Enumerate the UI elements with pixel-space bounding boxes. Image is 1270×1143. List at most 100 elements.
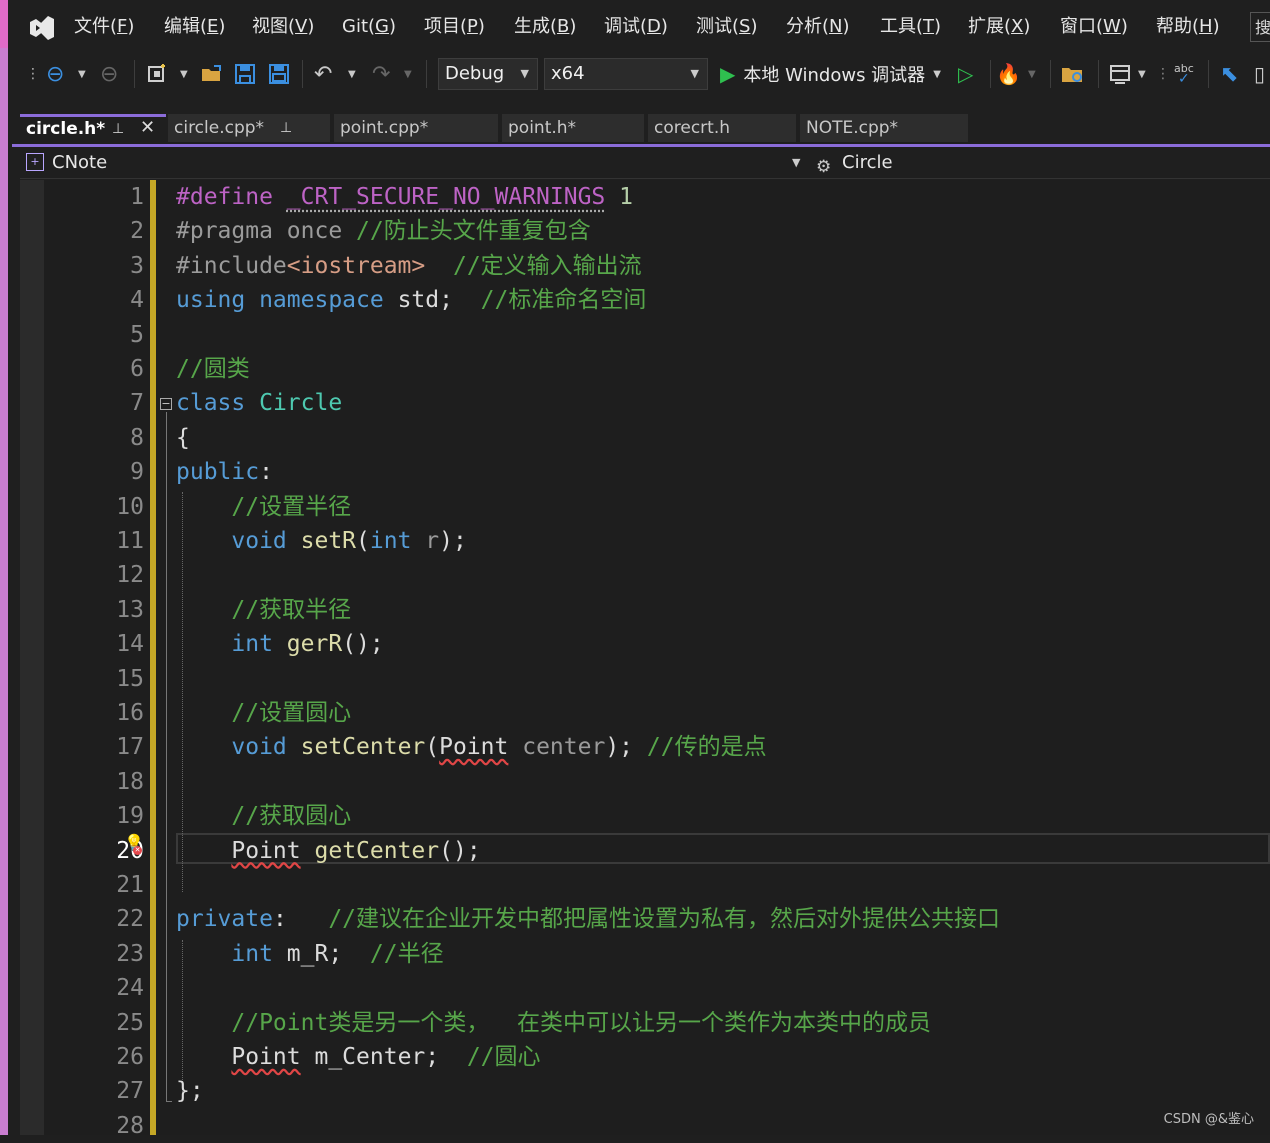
undo-icon[interactable]: ↶: [314, 60, 332, 88]
menu-item[interactable]: 调试(D): [604, 14, 668, 40]
code-line[interactable]: //设置圆心: [176, 696, 351, 730]
toolbar-grip-icon[interactable]: ⋮: [26, 60, 40, 88]
menu-item[interactable]: 帮助(H): [1156, 14, 1220, 40]
fold-end: [166, 1101, 172, 1102]
code-line[interactable]: //获取圆心: [176, 799, 351, 833]
code-line[interactable]: //获取半径: [176, 593, 351, 627]
solution-explorer-icon[interactable]: [1060, 60, 1086, 88]
tab-circle-h[interactable]: circle.h* ⊥ ✕: [20, 114, 166, 142]
line-number: 23: [116, 940, 144, 967]
start-without-debugging-icon[interactable]: ▷: [958, 60, 973, 88]
close-icon[interactable]: ✕: [140, 116, 155, 140]
configuration-dropdown[interactable]: Debug ▼: [438, 58, 538, 90]
code-line[interactable]: void setCenter(Point center); //传的是点: [176, 730, 766, 764]
layout-dropdown-icon[interactable]: ▼: [1138, 60, 1146, 88]
code-line[interactable]: class Circle: [176, 386, 342, 420]
menu-item[interactable]: 项目(P): [424, 14, 485, 40]
code-line[interactable]: int m_R; //半径: [176, 937, 443, 971]
tab-label: point.cpp*: [340, 118, 429, 138]
scope-dropdown[interactable]: ⚙ Circle: [814, 148, 1270, 178]
code-line[interactable]: //设置半径: [176, 490, 351, 524]
hot-reload-icon[interactable]: 🔥: [996, 60, 1021, 88]
code-line[interactable]: {: [176, 421, 190, 455]
menu-item[interactable]: Git(G): [342, 14, 396, 40]
chevron-down-icon: ▼: [933, 68, 941, 80]
chevron-down-icon[interactable]: ▼: [792, 148, 800, 178]
menu-item[interactable]: 视图(V): [252, 14, 314, 40]
window-layout-icon[interactable]: [1108, 60, 1132, 88]
code-line[interactable]: #pragma once //防止头文件重复包含: [176, 214, 591, 248]
class-icon: ⚙: [816, 157, 832, 177]
code-line[interactable]: void setR(int r);: [176, 524, 466, 558]
menu-item[interactable]: 文件(F): [74, 14, 134, 40]
visual-studio-logo-icon[interactable]: [26, 12, 58, 44]
code-line[interactable]: #define _CRT_SECURE_NO_WARNINGS 1: [176, 180, 633, 214]
new-dropdown-icon[interactable]: ▼: [180, 60, 188, 88]
save-icon[interactable]: [234, 60, 256, 88]
save-all-icon[interactable]: [268, 60, 290, 88]
code-line[interactable]: };: [176, 1074, 204, 1108]
menu-item[interactable]: 分析(N): [786, 14, 850, 40]
redo-dropdown-icon[interactable]: ▼: [404, 60, 412, 88]
configuration-value: Debug: [445, 63, 505, 84]
code-token: Circle: [259, 390, 343, 417]
project-dropdown[interactable]: + CNote: [20, 148, 806, 178]
spell-check-icon[interactable]: abc ✓: [1174, 60, 1194, 88]
navigation-bar: + CNote ▼ ⚙ Circle: [20, 148, 1270, 179]
code-editor[interactable]: 1 2 3 4 5 6 7 8 9 10 11 12 13 14 15 16 17 18 19 20 21 22 23 24 2…: [20, 180, 1270, 1139]
pin-icon[interactable]: ⊥: [280, 114, 292, 142]
code-token: //防止头文件重复包含: [356, 218, 591, 245]
code-line[interactable]: //Point类是另一个类， 在类中可以让另一个类作为本类中的成员: [176, 1006, 931, 1040]
menu-item[interactable]: 生成(B): [514, 14, 576, 40]
more-tools-icon[interactable]: ▯: [1254, 60, 1265, 88]
pin-icon[interactable]: ⊥: [112, 117, 124, 141]
collapse-icon[interactable]: −: [160, 398, 172, 410]
tab-point-cpp[interactable]: point.cpp*: [334, 114, 498, 142]
start-debugging-button[interactable]: ▶ 本地 Windows 调试器 ▼: [720, 58, 941, 90]
toolbar-grip-icon[interactable]: ⋮: [1156, 60, 1170, 88]
menu-item[interactable]: 工具(T): [880, 14, 941, 40]
pointer-select-icon[interactable]: ⬉: [1220, 60, 1238, 88]
redo-icon[interactable]: ↷: [372, 60, 390, 88]
code-line[interactable]: Point m_Center; //圆心: [176, 1040, 540, 1074]
code-line[interactable]: using namespace std; //标准命名空间: [176, 283, 646, 317]
menu-item[interactable]: 窗口(W): [1060, 14, 1128, 40]
code-token: //建议在企业开发中都把属性设置为私有，然后对外提供公共接口: [328, 906, 1001, 933]
code-token: (: [425, 734, 440, 761]
line-number-gutter: 1 2 3 4 5 6 7 8 9 10 11 12 13 14 15 16 17 18 19 20 21 22 23 24 2…: [44, 180, 144, 1139]
menu-item[interactable]: 扩展(X): [968, 14, 1030, 40]
code-token: //获取半径: [231, 596, 352, 623]
navigate-forward-icon[interactable]: ⊖: [100, 60, 118, 88]
code-line[interactable]: #include<iostream> //定义输入输出流: [176, 249, 642, 283]
tab-label: corecrt.h: [654, 118, 731, 138]
line-number: 9: [130, 459, 144, 486]
new-project-icon[interactable]: [146, 60, 170, 88]
navigate-back-icon[interactable]: ⊖: [46, 60, 64, 88]
line-number: 6: [130, 356, 144, 382]
hot-reload-dropdown-icon[interactable]: ▼: [1028, 60, 1036, 88]
tab-circle-cpp[interactable]: circle.cpp* ⊥: [168, 114, 330, 142]
search-box[interactable]: 搜: [1250, 12, 1270, 42]
undo-dropdown-icon[interactable]: ▼: [348, 60, 356, 88]
open-folder-icon[interactable]: [200, 60, 224, 88]
menu-bar: 文件(F) 编辑(E) 视图(V) Git(G) 项目(P) 生成(B) 调试(D) 测试(S…: [8, 0, 1270, 52]
back-dropdown-icon[interactable]: ▼: [78, 60, 86, 88]
tab-note-cpp[interactable]: NOTE.cpp*: [800, 114, 968, 142]
code-line[interactable]: int gerR();: [176, 627, 383, 661]
tab-corecrt-h[interactable]: corecrt.h: [648, 114, 796, 142]
code-text[interactable]: #define _CRT_SECURE_NO_WARNINGS 1 #pragma…: [176, 180, 1270, 1135]
tab-point-h[interactable]: point.h*: [502, 114, 644, 142]
menu-item[interactable]: 编辑(E): [164, 14, 225, 40]
code-line[interactable]: private: //建议在企业开发中都把属性设置为私有，然后对外提供公共接口: [176, 902, 1000, 936]
line-number: 15: [116, 665, 144, 692]
code-line[interactable]: //圆类: [176, 352, 250, 386]
menu-item[interactable]: 测试(S): [696, 14, 758, 40]
code-line[interactable]: Point getCenter();: [176, 834, 480, 868]
code-line[interactable]: public:: [176, 455, 273, 489]
platform-dropdown[interactable]: x64 ▼: [544, 58, 708, 90]
